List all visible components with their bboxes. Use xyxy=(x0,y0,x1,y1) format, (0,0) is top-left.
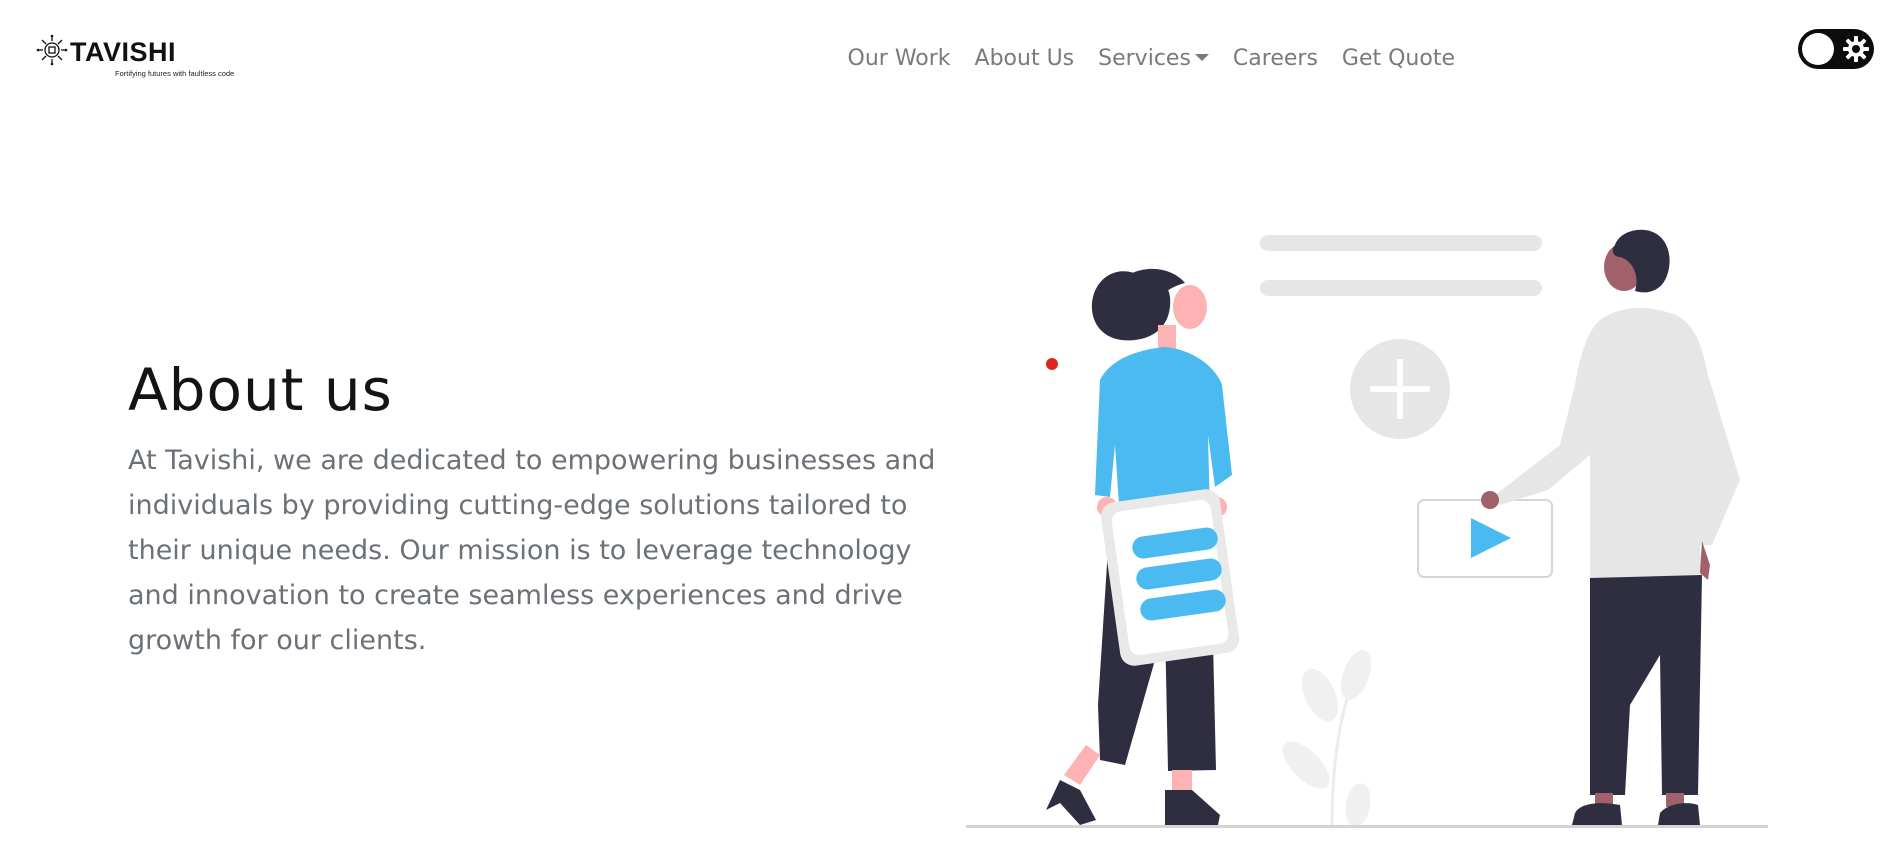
page: TAVISHI Fortifying futures with faultles… xyxy=(0,0,1891,864)
main-nav: Our Work About Us Services Careers Get Q… xyxy=(824,42,1455,76)
nav-about-us[interactable]: About Us xyxy=(975,42,1075,76)
plant-decoration xyxy=(1282,650,1372,827)
brand-tagline: Fortifying futures with faultless code xyxy=(115,69,235,78)
clipboard xyxy=(1100,489,1240,666)
nav-services[interactable]: Services xyxy=(1098,42,1209,76)
ground-line xyxy=(966,825,1768,828)
nav-our-work[interactable]: Our Work xyxy=(848,42,951,76)
placeholder-bar xyxy=(1260,235,1542,251)
caret-down-icon xyxy=(1194,53,1209,61)
gear-logo-icon xyxy=(36,34,68,66)
team-illustration xyxy=(966,229,1768,828)
toggle-knob xyxy=(1802,33,1834,65)
gear-icon xyxy=(1843,36,1869,62)
brand-logo[interactable]: TAVISHI Fortifying futures with faultles… xyxy=(36,34,246,82)
brand-name: TAVISHI xyxy=(70,37,177,67)
page-title: About us xyxy=(128,356,393,424)
nav-services-label: Services xyxy=(1098,46,1191,71)
video-card xyxy=(1417,499,1553,578)
nav-get-quote[interactable]: Get Quote xyxy=(1342,42,1455,76)
nav-careers[interactable]: Careers xyxy=(1233,42,1318,76)
placeholder-bar xyxy=(1260,280,1542,296)
woman-figure xyxy=(1046,268,1240,825)
plus-circle-icon xyxy=(1350,339,1450,439)
theme-toggle[interactable] xyxy=(1798,29,1874,69)
red-dot xyxy=(1046,358,1058,370)
about-description: At Tavishi, we are dedicated to empoweri… xyxy=(128,445,936,656)
